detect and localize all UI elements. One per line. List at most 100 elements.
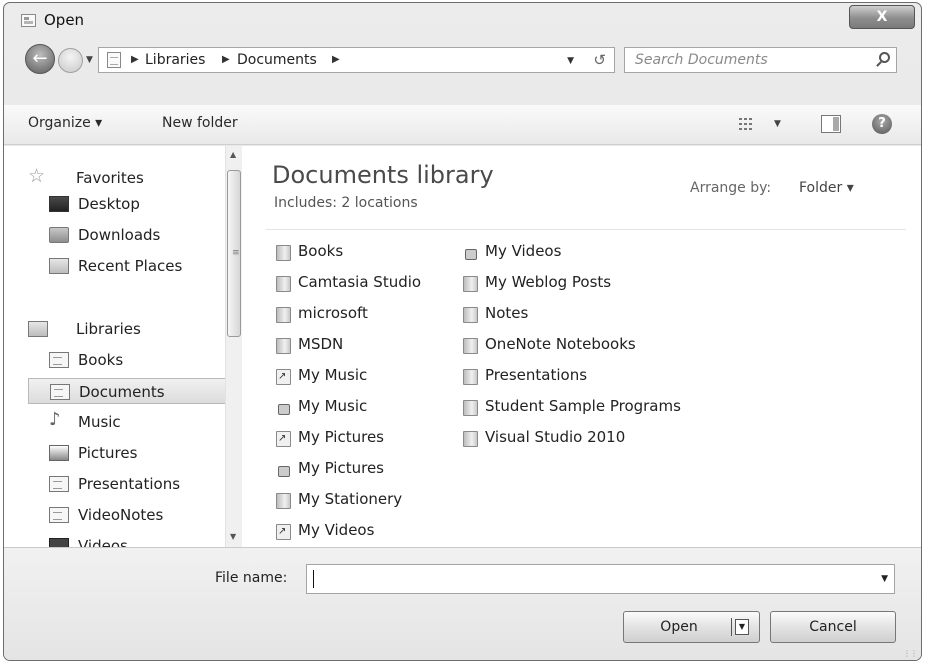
music-icon: ♪ [49, 409, 61, 430]
sidebar-item-books[interactable]: Books [26, 347, 226, 373]
split-divider [731, 618, 732, 636]
placeholder-icon [463, 245, 478, 261]
folder-icon [276, 276, 291, 292]
new-folder-button[interactable]: New folder [162, 115, 238, 131]
arrange-by-dropdown[interactable]: Folder ▾ [799, 180, 854, 196]
file-name: microsoft [298, 304, 368, 322]
folder-icon [276, 307, 291, 323]
library-icon [49, 476, 69, 492]
dialog-footer: File name: ▼ Open ▼ Cancel ⋮⋮ [4, 547, 921, 660]
change-view-icon[interactable] [739, 117, 755, 131]
sidebar-label: Presentations [78, 475, 181, 493]
sidebar-item-presentations[interactable]: Presentations [26, 471, 226, 497]
folder-icon [463, 338, 478, 354]
file-name: OneNote Notebooks [485, 335, 636, 353]
open-dialog: Open X ← ▼ ▶ Libraries ▶ Documents ▶ ▼ ↺… [3, 2, 922, 661]
sidebar-label: Books [78, 351, 124, 369]
back-arrow-icon: ← [32, 48, 48, 69]
file-name: My Pictures [298, 428, 384, 446]
open-button-label: Open [660, 619, 698, 635]
folder-icon [463, 307, 478, 323]
back-button[interactable]: ← [25, 44, 55, 74]
file-name: Notes [485, 304, 529, 322]
help-icon[interactable]: ? [872, 114, 892, 134]
open-button[interactable]: Open ▼ [623, 611, 760, 643]
command-bar: Organize ▾ New folder ▼ ? [4, 105, 921, 145]
open-options-dropdown-icon[interactable]: ▼ [735, 619, 749, 635]
refresh-icon[interactable]: ↺ [593, 51, 606, 69]
file-name: My Weblog Posts [485, 273, 612, 291]
star-icon: ☆ [28, 165, 46, 187]
sidebar-item-videos[interactable]: Videos [26, 533, 226, 547]
file-name: Camtasia Studio [298, 273, 422, 291]
library-locations-link[interactable]: Includes: 2 locations [274, 195, 418, 211]
breadcrumb-libraries[interactable]: Libraries [145, 52, 205, 68]
file-name: My Pictures [298, 459, 384, 477]
documents-icon [50, 384, 70, 400]
scroll-up-icon[interactable]: ▲ [230, 150, 236, 159]
sidebar-scrollbar[interactable]: ▲ ≡ ▼ [225, 146, 242, 547]
shortcut-icon [276, 369, 291, 385]
folder-icon [276, 338, 291, 354]
library-icon [49, 507, 69, 523]
library-icon [49, 352, 69, 368]
sidebar-label: Libraries [76, 320, 141, 338]
library-title: Documents library [272, 161, 494, 189]
navigation-pane: ☆ Favorites Desktop Downloads Recent Pla… [26, 151, 241, 547]
forward-button[interactable] [58, 48, 83, 73]
sidebar-item-desktop[interactable]: Desktop [26, 191, 226, 217]
sidebar-item-music[interactable]: ♪ Music [26, 409, 226, 435]
file-name: Visual Studio 2010 [485, 428, 626, 446]
search-icon[interactable] [879, 52, 890, 63]
sidebar-item-pictures[interactable]: Pictures [26, 440, 226, 466]
file-name: My Music [298, 397, 368, 415]
file-name: My Stationery [298, 490, 403, 508]
sidebar-label: Videos [78, 537, 128, 547]
file-name: Student Sample Programs [485, 397, 681, 415]
search-placeholder: Search Documents [635, 52, 768, 68]
recent-pages-dropdown[interactable]: ▼ [86, 55, 93, 65]
cancel-button[interactable]: Cancel [770, 611, 896, 643]
sidebar-item-recent-places[interactable]: Recent Places [26, 253, 226, 279]
divider [266, 229, 906, 230]
address-bar[interactable]: ▶ Libraries ▶ Documents ▶ ▼ ↺ [98, 47, 615, 73]
sidebar-label: Music [78, 413, 121, 431]
address-dropdown-icon[interactable]: ▼ [567, 56, 574, 66]
close-button[interactable]: X [849, 5, 915, 29]
arrange-by-label: Arrange by: [690, 180, 772, 196]
breadcrumb-separator-icon[interactable]: ▶ [222, 54, 230, 65]
file-name-dropdown-icon[interactable]: ▼ [881, 574, 888, 584]
file-name: My Videos [485, 242, 562, 260]
breadcrumb-documents[interactable]: Documents [237, 52, 317, 68]
resize-grip-icon[interactable]: ⋮⋮ [903, 649, 918, 658]
scroll-down-icon[interactable]: ▼ [230, 532, 236, 541]
sidebar-item-downloads[interactable]: Downloads [26, 222, 226, 248]
sidebar-item-videonotes[interactable]: VideoNotes [26, 502, 226, 528]
sidebar-favorites[interactable]: ☆ Favorites [26, 165, 226, 191]
libraries-icon [28, 321, 48, 337]
shortcut-icon [276, 431, 291, 447]
recent-places-icon [49, 258, 69, 274]
breadcrumb-separator-icon[interactable]: ▶ [131, 54, 139, 65]
shortcut-icon [276, 524, 291, 540]
title-bar: Open X [4, 3, 921, 39]
sidebar-label: Pictures [78, 444, 138, 462]
placeholder-icon [276, 400, 291, 416]
search-box[interactable]: Search Documents [624, 47, 897, 73]
file-name: My Music [298, 366, 368, 384]
preview-pane-icon[interactable] [821, 115, 841, 133]
folder-icon [463, 431, 478, 447]
view-options-dropdown-icon[interactable]: ▼ [774, 119, 781, 129]
file-name-label: File name: [215, 570, 288, 586]
scrollbar-thumb[interactable]: ≡ [227, 170, 241, 337]
sidebar-item-documents[interactable]: Documents [28, 378, 226, 404]
breadcrumb-separator-icon[interactable]: ▶ [332, 54, 340, 65]
text-caret [313, 570, 314, 588]
folder-icon [276, 493, 291, 509]
file-name: Presentations [485, 366, 588, 384]
sidebar-libraries[interactable]: Libraries [26, 316, 226, 342]
organize-menu[interactable]: Organize ▾ [28, 115, 102, 131]
file-name-input[interactable]: ▼ [306, 564, 895, 594]
sidebar-label: Documents [79, 383, 165, 401]
folder-icon [463, 276, 478, 292]
